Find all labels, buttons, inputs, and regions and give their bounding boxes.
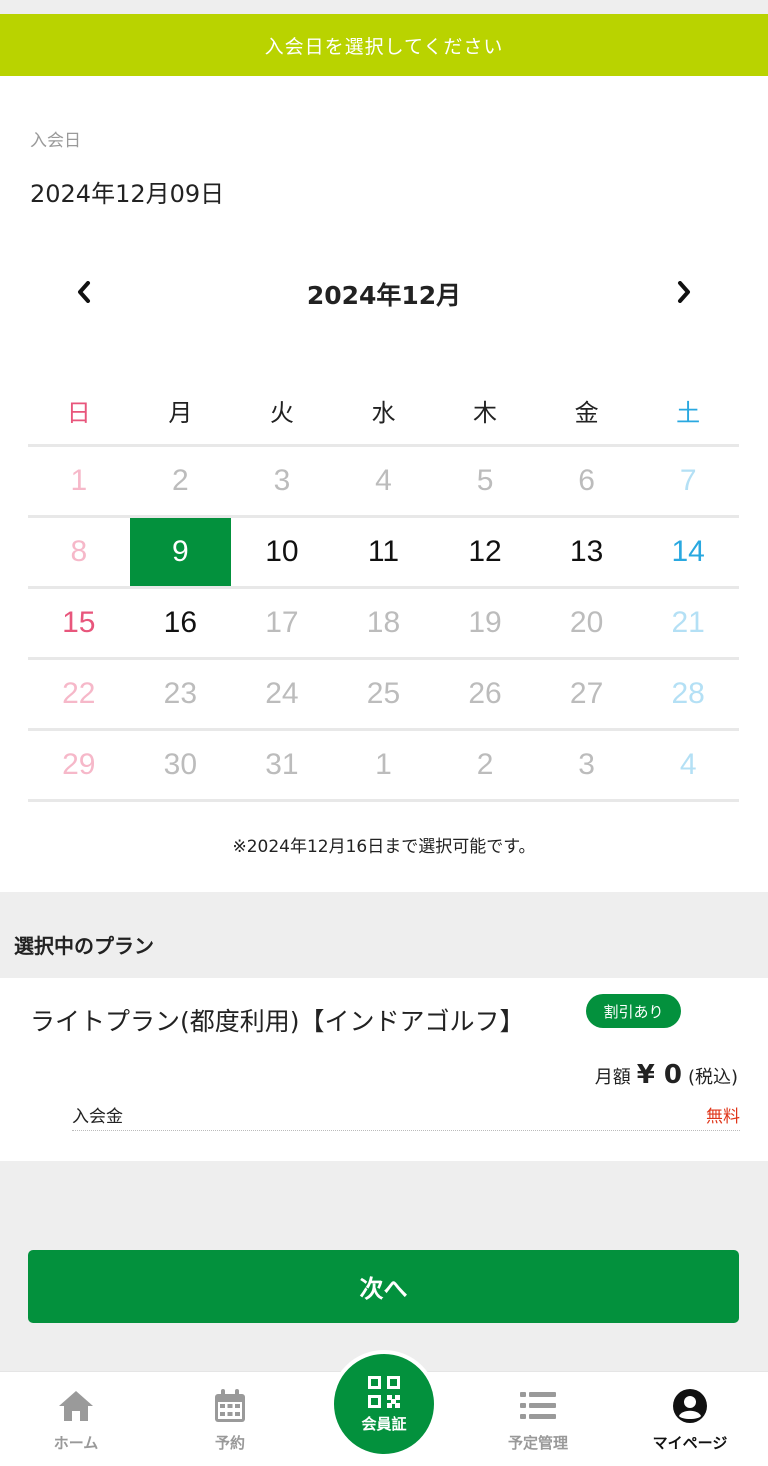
enrollment-fee-row: 入会金 無料 [72,1098,740,1131]
join-date-value: 2024年12月09日 [30,180,225,208]
price-tax: (税込) [687,1067,738,1088]
tab-label: マイページ [652,1434,728,1452]
calendar-day: 29 [62,748,96,781]
chevron-left-icon [78,281,90,303]
weekday-mon: 月 [168,398,193,427]
calendar-day: 22 [62,677,96,710]
user-icon [670,1386,710,1426]
monthly-price: 月額 ¥ 0 (税込) [595,1060,738,1090]
calendar-day-selected[interactable]: 9 [129,518,232,586]
weekday-fri: 金 [574,398,599,427]
weekday-wed: 水 [371,398,396,427]
calendar-day: 27 [569,677,604,710]
calendar-day: 19 [468,606,502,639]
calendar-day: 17 [265,606,299,639]
calendar-day: 21 [671,606,705,639]
tab-label: 会員証 [361,1414,407,1433]
qr-code-icon [368,1375,400,1408]
calendar-week: 8 9 10 11 12 13 14 [28,518,739,589]
calendar-day: 1 [375,748,392,781]
calendar-day: 2 [172,464,189,497]
calendar-day: 3 [578,748,595,781]
tab-home[interactable]: ホーム [16,1372,136,1466]
calendar-day[interactable]: 13 [536,518,638,586]
calendar-day: 30 [163,748,198,781]
tab-schedule[interactable]: 予定管理 [478,1372,598,1466]
discount-badge: 割引あり [586,994,681,1028]
status-strip [0,0,768,14]
calendar-day[interactable]: 14 [637,518,739,586]
tab-label: 予約 [214,1434,245,1452]
calendar-day: 28 [671,677,705,710]
calendar-day: 20 [569,606,604,639]
list-icon [518,1386,558,1426]
calendar-day: 5 [476,464,494,497]
tab-member-card[interactable]: 会員証 [330,1350,438,1458]
calendar-day: 7 [679,464,697,497]
calendar-day: 6 [578,464,595,497]
price-value: ¥ 0 [636,1060,682,1090]
calendar-day: 1 [70,464,88,497]
page-banner: 入会日を選択してください [0,14,768,76]
weekday-sat: 土 [676,398,701,427]
join-date-label: 入会日 [30,131,81,151]
calendar-grid: 日 月 火 水 木 金 土 1 2 3 4 5 6 7 8 9 10 11 12… [28,376,739,802]
calendar-day: 31 [265,748,299,781]
tab-label: ホーム [53,1434,99,1452]
calendar-day: 3 [273,464,291,497]
calendar-day[interactable]: 12 [434,518,536,586]
calendar-day: 4 [375,464,392,497]
calendar-day: 2 [476,748,494,781]
home-icon [56,1386,96,1426]
next-month-button[interactable] [664,276,704,308]
weekday-header: 日 月 火 水 木 金 土 [28,376,739,447]
calendar-day[interactable]: 16 [130,589,232,657]
fee-label: 入会金 [72,1106,123,1127]
calendar-week: 22 23 24 25 26 27 28 [28,660,739,731]
next-button[interactable]: 次へ [28,1250,739,1323]
calendar-week: 1 2 3 4 5 6 7 [28,447,739,518]
tab-mypage[interactable]: マイページ [630,1372,750,1466]
price-label: 月額 [594,1067,631,1088]
tab-label: 予定管理 [507,1434,568,1452]
chevron-right-icon [678,281,690,303]
calendar-day: 18 [366,606,401,639]
plan-section-heading: 選択中のプラン [14,934,154,958]
calendar-day: 24 [265,677,299,710]
weekday-sun: 日 [66,398,91,427]
calendar-week: 29 30 31 1 2 3 4 [28,731,739,802]
calendar-day[interactable]: 15 [28,589,130,657]
tab-reserve[interactable]: 予約 [170,1372,290,1466]
selection-limit-note: ※2024年12月16日まで選択可能です。 [232,837,536,857]
calendar-day: 4 [679,748,697,781]
date-selection-card: 入会日 2024年12月09日 2024年12月 日 月 火 水 木 金 土 1… [0,76,768,892]
calendar-day[interactable]: 10 [231,518,333,586]
plan-name: ライトプラン(都度利用)【インドアゴルフ】 [30,1007,525,1036]
calendar-month-title: 2024年12月 [306,281,462,310]
calendar-icon [210,1386,250,1426]
calendar-day[interactable]: 11 [333,518,435,586]
calendar-day: 8 [70,535,88,568]
prev-month-button[interactable] [64,276,104,308]
calendar-day: 25 [366,677,401,710]
calendar-week: 15 16 17 18 19 20 21 [28,589,739,660]
fee-value: 無料 [706,1106,740,1127]
weekday-thu: 木 [473,398,498,427]
calendar-day: 23 [163,677,198,710]
calendar-day: 26 [468,677,502,710]
weekday-tue: 火 [269,398,294,427]
plan-card: ライトプラン(都度利用)【インドアゴルフ】 割引あり 月額 ¥ 0 (税込) 入… [0,978,768,1161]
